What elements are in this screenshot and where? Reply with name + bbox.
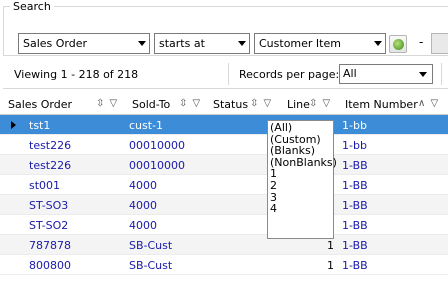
search-value-input[interactable] [431, 33, 448, 54]
cell-item-number: 1-BB [342, 179, 368, 192]
search-field-value: Sales Order [23, 37, 88, 50]
paging-bar: Viewing 1 - 218 of 218 Records per page:… [3, 59, 448, 89]
line-filter-dropdown: (All) (Custom) (Blanks) (NonBlanks) 1 2 … [267, 120, 337, 239]
cell-sales-order: test226 [29, 139, 72, 152]
chevron-down-icon [374, 41, 382, 46]
table-row[interactable]: ST-SO2 4000 1 1-BB [0, 215, 448, 235]
sort-filter-icons[interactable]: ⇳ ▽ [250, 98, 272, 109]
cell-item-number: 1-bb [342, 119, 367, 132]
filter-option-2[interactable]: 2 [270, 180, 331, 192]
sort-filter-icons[interactable]: ⇳ ▽ [96, 98, 118, 109]
divider [228, 63, 229, 85]
table-row[interactable]: test226 00010000 1-bb [0, 135, 448, 155]
cell-sales-order: 800800 [29, 259, 71, 272]
cell-item-number: 1-BB [342, 219, 368, 232]
sales-order-grid: Sales Order ⇳ ▽ Sold-To ⇳ ▽ Status ⇳ ▽ L… [0, 95, 448, 275]
cell-item-number: 1-BB [342, 199, 368, 212]
search-legend: Search [10, 0, 54, 13]
records-per-page-label: Records per page: [239, 68, 340, 81]
table-row[interactable]: st001 4000 1-BB [0, 175, 448, 195]
table-row[interactable]: 787878 SB-Cust 1 1-BB [0, 235, 448, 255]
sort-filter-icons[interactable]: ∧ ▽ [418, 98, 439, 109]
table-row[interactable]: tst1 cust-1 1-bb [0, 115, 448, 135]
chevron-down-icon [238, 41, 246, 46]
search-operator-select[interactable]: starts at [154, 33, 250, 54]
cell-sales-order: 787878 [29, 239, 71, 252]
chevron-down-icon [138, 41, 146, 46]
cell-sold-to: 4000 [129, 199, 157, 212]
table-row[interactable]: 800800 SB-Cust 1 1-BB [0, 255, 448, 275]
cell-item-number: 1-BB [342, 239, 368, 252]
cell-sold-to: SB-Cust [129, 239, 173, 252]
table-row[interactable]: ST-SO3 4000 1-BB [0, 195, 448, 215]
current-row-icon [11, 121, 16, 129]
cell-sold-to: SB-Cust [129, 259, 173, 272]
filter-option-3[interactable]: 3 [270, 191, 331, 204]
search-field-select[interactable]: Sales Order [18, 33, 150, 54]
cell-item-number: 1-BB [342, 259, 368, 272]
cell-sales-order: test226 [29, 159, 72, 172]
cell-item-number: 1-bb [342, 139, 367, 152]
cell-line: 1 [327, 239, 334, 252]
go-icon [393, 39, 404, 50]
column-header-sold-to[interactable]: Sold-To [132, 98, 170, 111]
filter-option-1[interactable]: 1 [270, 168, 331, 180]
column-header-line[interactable]: Line [287, 98, 310, 111]
column-header-status[interactable]: Status [213, 98, 248, 111]
cell-sold-to: 4000 [129, 179, 157, 192]
search-value-text: Customer Item [259, 37, 341, 50]
records-per-page-value: All [343, 67, 357, 80]
cell-item-number: 1-BB [342, 159, 368, 172]
divider [441, 63, 442, 85]
records-per-page-select[interactable]: All [339, 64, 433, 84]
filter-option-nonblanks[interactable]: (NonBlanks) [270, 157, 337, 169]
cell-line: 1 [327, 259, 334, 272]
chevron-down-icon [419, 72, 427, 77]
filter-option-4[interactable]: 4 [270, 203, 331, 215]
go-button[interactable] [389, 35, 407, 53]
search-panel: Search Sales Order starts at Customer It… [3, 0, 448, 56]
cell-sold-to: 00010000 [129, 159, 185, 172]
column-header-sales-order[interactable]: Sales Order [8, 98, 72, 111]
search-value-select[interactable]: Customer Item [254, 33, 386, 54]
filter-option-all[interactable]: (All) [270, 122, 331, 134]
cell-sales-order: tst1 [29, 119, 51, 132]
cell-sold-to: 4000 [129, 219, 157, 232]
cell-sales-order: ST-SO3 [29, 199, 69, 212]
grid-header: Sales Order ⇳ ▽ Sold-To ⇳ ▽ Status ⇳ ▽ L… [0, 95, 448, 115]
cell-sold-to: 00010000 [129, 139, 185, 152]
column-header-item-number[interactable]: Item Number [345, 98, 418, 111]
table-row[interactable]: test226 00010000 1-BB [0, 155, 448, 175]
range-dash: - [419, 35, 424, 49]
cell-sales-order: st001 [29, 179, 61, 192]
sort-filter-icons[interactable]: ⇳ ▽ [179, 98, 201, 109]
viewing-count: Viewing 1 - 218 of 218 [14, 68, 139, 81]
sort-filter-icons[interactable]: ⇳ ▽ [309, 98, 331, 109]
search-operator-value: starts at [159, 37, 205, 50]
cell-sold-to: cust-1 [129, 119, 164, 132]
cell-sales-order: ST-SO2 [29, 219, 69, 232]
